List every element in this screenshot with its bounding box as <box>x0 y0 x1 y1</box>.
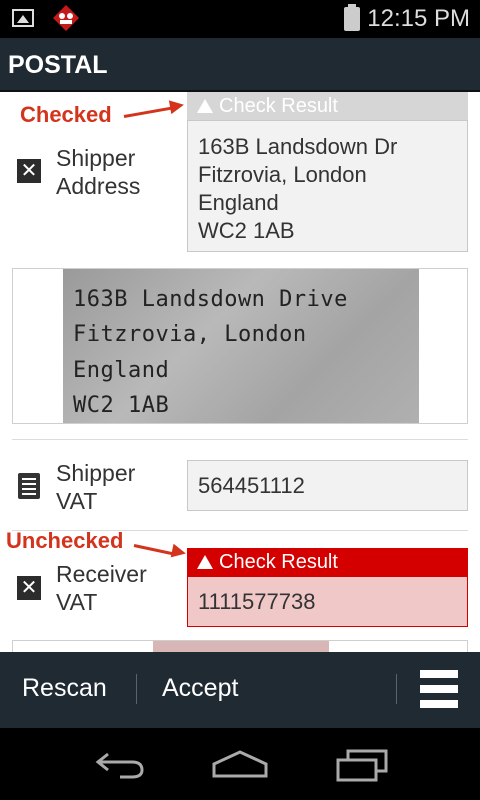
status-time: 12:15 PM <box>367 5 470 32</box>
rescan-button[interactable]: Rescan <box>22 670 107 706</box>
hamburger-menu-icon[interactable] <box>420 670 458 708</box>
checked-annotation: Checked <box>20 102 112 127</box>
shipper-vat-label: Shipper VAT <box>56 460 136 514</box>
shipper-address-field[interactable]: 163B Landsdown Dr Fitzrovia, London Engl… <box>187 120 468 252</box>
battery-icon <box>344 4 360 31</box>
back-icon[interactable] <box>92 750 148 780</box>
bottom-action-bar: Rescan Accept <box>0 652 480 728</box>
unchecked-arrow-head <box>170 543 188 561</box>
x-box-icon: ✕ <box>17 159 41 183</box>
receiver-vat-scan-image <box>153 641 329 652</box>
receiver-vat-scan-frame <box>12 640 468 652</box>
warning-icon <box>197 99 213 113</box>
checked-arrow-head <box>168 97 186 115</box>
shipper-address-label: Shipper Address <box>56 145 141 199</box>
page-title: POSTAL <box>8 51 108 79</box>
shipper-address-check-header[interactable]: Check Result <box>187 92 468 120</box>
shipper-address-scan-frame: 163B Landsdown Drive Fitzrovia, London E… <box>12 268 468 424</box>
receiver-vat-check-header[interactable]: Check Result <box>187 548 468 576</box>
button-separator <box>136 674 137 704</box>
home-icon[interactable] <box>210 748 270 780</box>
accept-button[interactable]: Accept <box>162 670 238 706</box>
checked-arrow <box>123 106 174 118</box>
app-bar: POSTAL <box>0 38 480 92</box>
app-notification-icon <box>53 5 79 31</box>
receiver-vat-label: Receiver VAT <box>56 561 147 615</box>
recent-apps-icon[interactable] <box>334 748 390 782</box>
document-lines-icon <box>18 473 40 499</box>
shipper-address-scan-image: 163B Landsdown Drive Fitzrovia, London E… <box>63 269 419 423</box>
receiver-vat-field[interactable]: 1111577738 <box>187 576 468 627</box>
status-bar: 12:15 PM <box>0 0 480 38</box>
warning-icon <box>197 555 213 569</box>
form-content[interactable]: Checked ✕ Shipper Address Check Result 1… <box>0 92 480 652</box>
unchecked-arrow <box>133 544 176 556</box>
shipper-vat-field[interactable]: 564451112 <box>187 460 468 511</box>
gallery-icon <box>12 9 34 27</box>
menu-separator <box>396 674 397 704</box>
x-box-icon: ✕ <box>17 576 41 600</box>
divider <box>12 439 468 440</box>
system-nav-bar <box>0 728 480 800</box>
unchecked-annotation: Unchecked <box>6 528 124 553</box>
